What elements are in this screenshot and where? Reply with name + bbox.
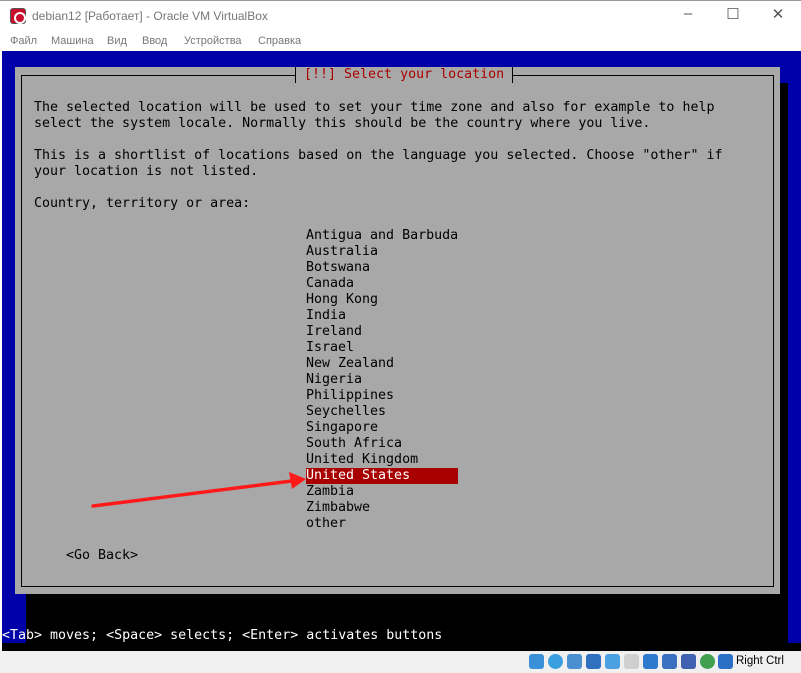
- virtualization-icon[interactable]: [681, 654, 696, 669]
- display-icon[interactable]: [643, 654, 658, 669]
- annotation-arrow: [91, 472, 306, 508]
- hard-disk-icon[interactable]: [529, 654, 544, 669]
- usb-icon[interactable]: [605, 654, 620, 669]
- network-icon[interactable]: [586, 654, 601, 669]
- optical-disk-icon[interactable]: [548, 654, 563, 669]
- shared-folders-icon[interactable]: [624, 654, 639, 669]
- status-bar: Right Ctrl: [0, 651, 801, 673]
- audio-icon[interactable]: [567, 654, 582, 669]
- host-key-label: Right Ctrl: [736, 655, 784, 667]
- mouse-integration-icon[interactable]: [700, 654, 715, 669]
- keyboard-capture-icon[interactable]: [718, 654, 733, 669]
- video-capture-icon[interactable]: [662, 654, 677, 669]
